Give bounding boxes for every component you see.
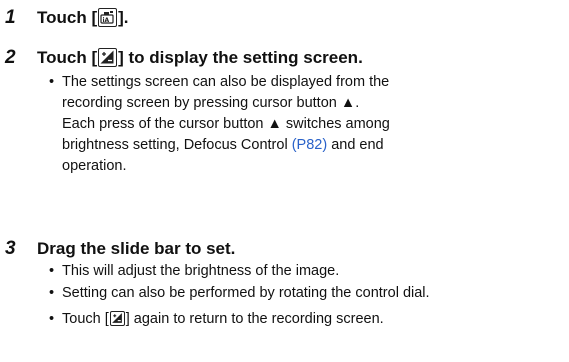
step-title-suffix: ] to display the setting screen. — [118, 48, 363, 67]
note-line: operation. — [62, 158, 127, 174]
step-3-notes: This will adjust the brightness of the i… — [48, 260, 430, 330]
note-line: The settings screen can also be displaye… — [62, 74, 390, 90]
note-line: recording screen by pressing cursor butt… — [62, 95, 360, 111]
step-title: Touch [ ] to display the setting screen. — [37, 47, 363, 69]
step-title: Drag the slide bar to set. — [37, 239, 236, 258]
list-item: Setting can also be performed by rotatin… — [48, 282, 430, 304]
page-link-p82[interactable]: (P82) — [292, 137, 327, 153]
note-prefix: Touch [ — [62, 311, 109, 327]
list-item: Touch [ ] again to return to the recordin… — [48, 308, 430, 330]
step-number: 3 — [5, 238, 16, 259]
list-item: The settings screen can also be displaye… — [48, 72, 390, 177]
svg-text:iA: iA — [103, 17, 110, 24]
step-number: 1 — [5, 7, 16, 28]
exposure-compensation-icon — [98, 48, 118, 67]
step-title-prefix: Touch [ — [37, 8, 98, 27]
exposure-compensation-icon — [109, 311, 125, 326]
step-number: 2 — [5, 47, 16, 68]
note-line: brightness setting, Defocus Control — [62, 137, 292, 153]
step-title-suffix: ]. — [118, 8, 129, 27]
step-title-prefix: Touch [ — [37, 48, 98, 67]
list-item: This will adjust the brightness of the i… — [48, 260, 430, 282]
intelligent-auto-icon: iA — [98, 8, 118, 27]
step-title: Touch [ iA]. — [37, 7, 129, 29]
step-2-notes: The settings screen can also be displaye… — [48, 72, 390, 177]
note-line: and end — [327, 137, 384, 153]
note-suffix: ] again to return to the recording scree… — [125, 311, 384, 327]
note-line: Each press of the cursor button ▲ switch… — [62, 116, 390, 132]
